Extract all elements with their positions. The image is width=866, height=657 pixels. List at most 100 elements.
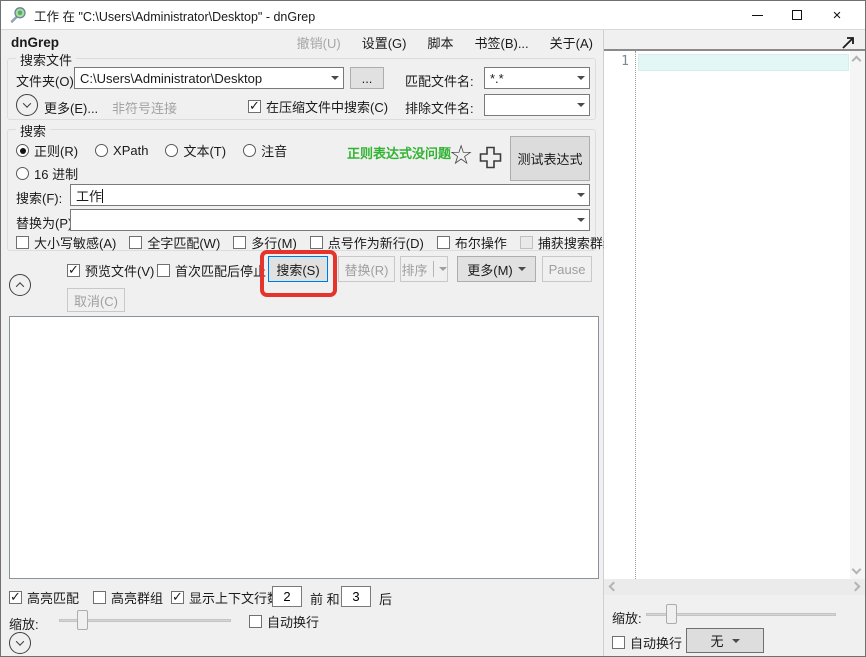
- browse-label: ...: [362, 71, 373, 86]
- checkbox-icon: [157, 264, 170, 277]
- option-whole-word[interactable]: 全字匹配(W): [129, 233, 220, 252]
- highlight-matches-checkbox[interactable]: 高亮匹配: [9, 588, 79, 607]
- highlight-matches-label: 高亮匹配: [27, 588, 79, 607]
- slider-thumb[interactable]: [666, 604, 677, 624]
- chevron-down-icon[interactable]: [572, 95, 589, 115]
- radio-hex[interactable]: 16 进制: [16, 164, 78, 183]
- checkbox-icon: [93, 591, 106, 604]
- option-boolean-operators[interactable]: 布尔操作: [437, 233, 507, 252]
- replace-button: 替换(R): [338, 256, 395, 282]
- match-filename-combobox[interactable]: *.*: [484, 67, 590, 89]
- add-plus-icon[interactable]: [478, 145, 503, 170]
- browse-button[interactable]: ...: [350, 67, 384, 89]
- title-bar: 工作 在 "C:\Users\Administrator\Desktop" - …: [1, 1, 865, 30]
- stop-after-first-match-checkbox[interactable]: 首次匹配后停止: [157, 261, 266, 280]
- test-expression-label: 测试表达式: [517, 149, 582, 168]
- follow-symlinks-label: 非符号连接: [112, 98, 177, 117]
- stop-after-first-match-label: 首次匹配后停止: [175, 261, 266, 280]
- context-after-input[interactable]: [341, 586, 371, 607]
- vertical-scrollbar[interactable]: [850, 51, 865, 579]
- cancel-button: 取消(C): [67, 288, 125, 312]
- more-options-expander[interactable]: [16, 94, 38, 116]
- menu-script[interactable]: 脚本: [427, 33, 453, 52]
- checkbox-icon: [16, 236, 29, 249]
- test-expression-button[interactable]: 测试表达式: [510, 136, 590, 181]
- radio-phonetic-label: 注音: [261, 141, 287, 160]
- preview-file-checkbox[interactable]: 预览文件(V): [67, 261, 154, 280]
- search-button[interactable]: 搜索(S): [268, 256, 328, 282]
- chevron-down-icon: [16, 637, 24, 645]
- maximize-button[interactable]: [777, 1, 817, 29]
- radio-text[interactable]: 文本(T): [165, 141, 226, 160]
- option-case-sensitive[interactable]: 大小写敏感(A): [16, 233, 116, 252]
- window-controls: ×: [737, 1, 857, 29]
- highlight-groups-checkbox[interactable]: 高亮群组: [93, 588, 163, 607]
- radio-regex-label: 正则(R): [34, 141, 78, 160]
- syntax-dropdown[interactable]: 无: [686, 628, 764, 653]
- chevron-down-icon: [732, 639, 740, 643]
- chevron-down-icon[interactable]: [572, 68, 589, 88]
- preview-zoom-slider[interactable]: [646, 604, 836, 624]
- radio-hex-label: 16 进制: [34, 164, 78, 183]
- radio-phonetic[interactable]: 注音: [243, 141, 287, 160]
- search-for-combobox[interactable]: 工作: [70, 184, 590, 206]
- open-in-window-arrow-icon: [840, 34, 857, 51]
- chevron-down-icon[interactable]: [572, 210, 589, 230]
- expand-bottom-expander[interactable]: [9, 632, 31, 654]
- radio-icon: [165, 144, 178, 157]
- search-archives-checkbox[interactable]: 在压缩文件中搜索(C): [248, 97, 388, 116]
- checkbox-icon: [129, 236, 142, 249]
- search-for-label: 搜索(F):: [16, 188, 62, 207]
- radio-regex[interactable]: 正则(R): [16, 141, 78, 160]
- option-multiline[interactable]: 多行(M): [233, 233, 297, 252]
- chevron-down-icon: [518, 267, 526, 271]
- menu-about[interactable]: 关于(A): [550, 33, 593, 52]
- results-zoom-slider[interactable]: [59, 610, 231, 630]
- more-options-label[interactable]: 更多(E)...: [44, 98, 98, 117]
- checkbox-icon: [233, 236, 246, 249]
- results-wrap-checkbox[interactable]: 自动换行: [249, 612, 319, 631]
- dngrep-window: 工作 在 "C:\Users\Administrator\Desktop" - …: [0, 0, 866, 657]
- menu-settings[interactable]: 设置(G): [362, 33, 407, 52]
- scroll-left-icon[interactable]: [609, 582, 619, 592]
- exclude-filename-combobox[interactable]: [484, 94, 590, 116]
- scroll-up-icon[interactable]: [852, 56, 862, 66]
- line-number-gutter: 1: [604, 51, 636, 579]
- option-label: 全字匹配(W): [147, 233, 220, 252]
- bookmark-star-icon[interactable]: ☆: [449, 142, 473, 169]
- chevron-down-icon: [439, 267, 447, 271]
- show-context-lines-checkbox[interactable]: 显示上下文行数: [171, 588, 280, 607]
- chevron-down-icon[interactable]: [572, 185, 589, 205]
- preview-wrap-label: 自动换行: [630, 633, 682, 652]
- radio-xpath[interactable]: XPath: [95, 141, 148, 160]
- menu-brand: dnGrep: [11, 35, 59, 50]
- results-wrap-label: 自动换行: [267, 612, 319, 631]
- scroll-down-icon[interactable]: [852, 565, 862, 575]
- search-group-title: 搜索: [16, 121, 50, 140]
- preview-wrap-checkbox[interactable]: 自动换行: [612, 633, 682, 652]
- text-caret: [102, 189, 103, 203]
- show-context-lines-label: 显示上下文行数: [189, 588, 280, 607]
- replace-with-combobox[interactable]: [70, 209, 590, 231]
- close-icon: ×: [833, 8, 842, 23]
- folder-combobox[interactable]: C:\Users\Administrator\Desktop: [74, 67, 344, 89]
- horizontal-scrollbar[interactable]: [604, 579, 865, 595]
- radio-icon: [16, 144, 29, 157]
- current-line-highlight: [638, 54, 849, 71]
- minimize-button[interactable]: [737, 1, 777, 29]
- slider-thumb[interactable]: [77, 610, 88, 630]
- option-label: 多行(M): [251, 233, 297, 252]
- collapse-top-expander[interactable]: [9, 274, 31, 296]
- scroll-right-icon[interactable]: [851, 582, 861, 592]
- preview-editor[interactable]: 1: [604, 49, 865, 579]
- option-dot-as-newline[interactable]: 点号作为新行(D): [310, 233, 424, 252]
- more-actions-label: 更多(M): [467, 260, 513, 279]
- context-before-input[interactable]: [272, 586, 302, 607]
- checkbox-icon: [248, 100, 261, 113]
- more-actions-button[interactable]: 更多(M): [457, 256, 536, 282]
- search-results-area[interactable]: [9, 316, 599, 579]
- chevron-down-icon[interactable]: [326, 68, 343, 88]
- menu-bookmarks[interactable]: 书签(B)...: [474, 33, 528, 52]
- preview-zoom-label: 缩放:: [612, 608, 642, 627]
- close-button[interactable]: ×: [817, 1, 857, 29]
